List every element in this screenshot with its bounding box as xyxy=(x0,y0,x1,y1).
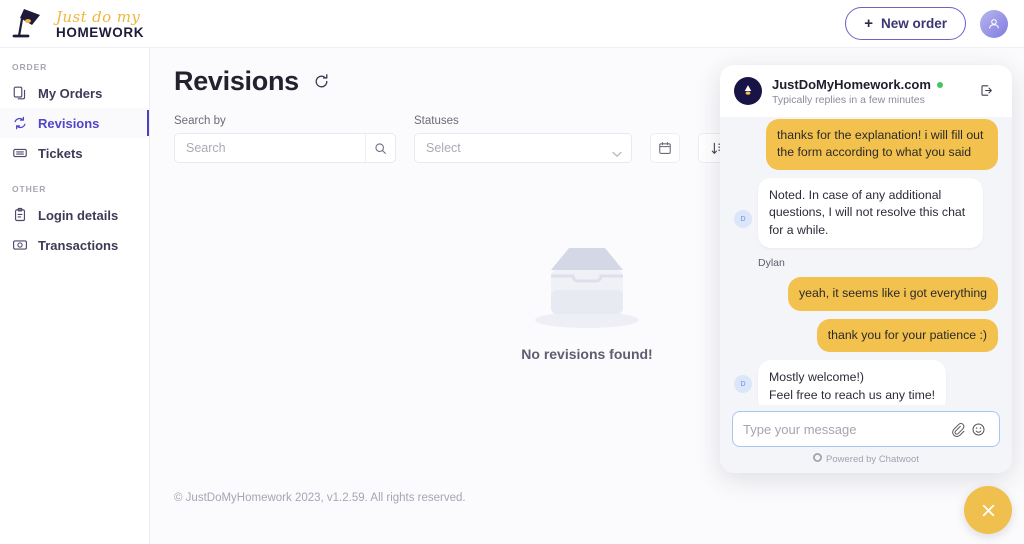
sidebar-group-label-order: ORDER xyxy=(12,62,48,72)
empty-state-text: No revisions found! xyxy=(521,346,653,362)
message-bubble: thank you for your patience :) xyxy=(816,318,998,353)
sidebar-item-label: Transactions xyxy=(38,237,119,253)
agent-avatar: D xyxy=(734,210,752,229)
search-input[interactable] xyxy=(174,133,396,163)
footer-copyright: © JustDoMyHomework 2023, v1.2.59. All ri… xyxy=(174,492,466,504)
message-bubble: Mostly welcome!) Feel free to reach us a… xyxy=(758,360,947,405)
sidebar-group-order: ORDER My Orders Revisions Tickets xyxy=(0,62,149,168)
sidebar-item-label: Login details xyxy=(38,207,119,223)
emoji-button[interactable] xyxy=(968,420,989,439)
calendar-icon xyxy=(659,142,671,154)
powered-by-label: Powered by Chatwoot xyxy=(826,453,919,465)
search-button[interactable] xyxy=(365,134,395,162)
message-composer[interactable] xyxy=(732,411,1000,447)
sidebar-item-label: Tickets xyxy=(38,145,83,161)
chatwoot-icon xyxy=(813,453,823,465)
clipboard-icon xyxy=(12,207,28,223)
close-x-icon xyxy=(982,504,994,516)
refresh-button[interactable] xyxy=(311,71,332,92)
search-icon xyxy=(375,142,386,154)
statuses-select[interactable]: Select xyxy=(414,133,632,163)
sidebar-item-transactions[interactable]: Transactions xyxy=(0,230,149,260)
chat-message-outgoing: yeah, it seems like i got everything xyxy=(734,277,998,311)
money-bill-icon xyxy=(12,237,28,253)
statuses-field-group: Statuses Select xyxy=(414,115,632,163)
powered-by[interactable]: Powered by Chatwoot xyxy=(732,453,1000,465)
message-bubble: thanks for the explanation! i will fill … xyxy=(766,119,998,170)
chat-header: JustDoMyHomework.com Typically replies i… xyxy=(720,65,1012,117)
sidebar-item-tickets[interactable]: Tickets xyxy=(0,138,149,168)
brand-bold-text: HOMEWORK xyxy=(56,24,145,40)
chat-message-outgoing: thanks for the explanation! i will fill … xyxy=(734,119,998,170)
message-bubble: Noted. In case of any additional questio… xyxy=(758,177,983,249)
paperclip-icon xyxy=(952,422,965,437)
empty-tray-icon xyxy=(535,248,639,328)
chat-message-incoming: D Mostly welcome!) Feel free to reach us… xyxy=(734,360,998,405)
date-filter-button[interactable] xyxy=(650,133,680,163)
refresh-icon xyxy=(315,74,328,88)
brand-logo-group[interactable]: Just do my HOMEWORK xyxy=(10,6,144,42)
chat-subtitle: Typically replies in a few minutes xyxy=(772,94,925,106)
chat-message-incoming: D Noted. In case of any additional quest… xyxy=(734,177,998,249)
message-input[interactable] xyxy=(743,421,947,437)
exit-chat-icon xyxy=(981,85,992,96)
sidebar-item-revisions[interactable]: Revisions xyxy=(0,108,149,138)
sidebar-group-other: OTHER Login details Transactions xyxy=(0,184,149,260)
refresh-cycle-icon xyxy=(12,115,28,131)
sidebar-item-label: Revisions xyxy=(38,115,100,131)
copy-documents-icon xyxy=(12,85,28,101)
online-status-dot xyxy=(936,81,943,88)
chat-header-text: JustDoMyHomework.com Typically replies i… xyxy=(772,77,943,106)
top-bar-actions: + New order xyxy=(845,7,1008,40)
page-title: Revisions xyxy=(174,66,299,96)
chat-message-outgoing: thank you for your patience :) xyxy=(734,318,998,353)
sidebar: ORDER My Orders Revisions Tickets OTHER … xyxy=(0,48,150,544)
message-bubble: yeah, it seems like i got everything xyxy=(788,277,998,311)
sidebar-item-login-details[interactable]: Login details xyxy=(0,200,149,230)
chat-message-list[interactable]: thanks for the explanation! i will fill … xyxy=(720,117,1012,405)
statuses-select-value: Select xyxy=(426,141,461,155)
exit-chat-button[interactable] xyxy=(975,79,998,105)
ticket-icon xyxy=(12,145,28,161)
statuses-field-label: Statuses xyxy=(414,115,459,127)
agent-name-label: Dylan xyxy=(758,257,785,270)
avatar[interactable] xyxy=(980,9,1008,38)
chat-title: JustDoMyHomework.com xyxy=(772,77,931,92)
justdomyhomework-logo-icon xyxy=(734,77,762,105)
sidebar-item-label: My Orders xyxy=(38,85,103,101)
attach-file-button[interactable] xyxy=(947,420,968,439)
sidebar-item-my-orders[interactable]: My Orders xyxy=(0,78,149,108)
plus-icon: + xyxy=(864,15,873,32)
user-avatar-icon xyxy=(989,18,999,28)
smiley-icon xyxy=(972,423,985,435)
top-bar: Just do my HOMEWORK + New order xyxy=(0,0,1024,48)
desk-lamp-icon xyxy=(10,6,50,42)
search-field-label: Search by xyxy=(174,115,226,127)
new-order-button[interactable]: + New order xyxy=(845,7,966,40)
search-field-group: Search by xyxy=(174,115,396,163)
close-chat-fab[interactable] xyxy=(964,486,1012,534)
chat-footer: Powered by Chatwoot xyxy=(720,405,1012,473)
chevron-down-icon xyxy=(612,145,622,163)
chat-widget: JustDoMyHomework.com Typically replies i… xyxy=(720,65,1012,473)
new-order-label: New order xyxy=(880,16,947,31)
brand-script-text: Just do my xyxy=(56,7,141,26)
agent-avatar: D xyxy=(734,375,752,394)
sidebar-group-label-other: OTHER xyxy=(12,184,47,194)
